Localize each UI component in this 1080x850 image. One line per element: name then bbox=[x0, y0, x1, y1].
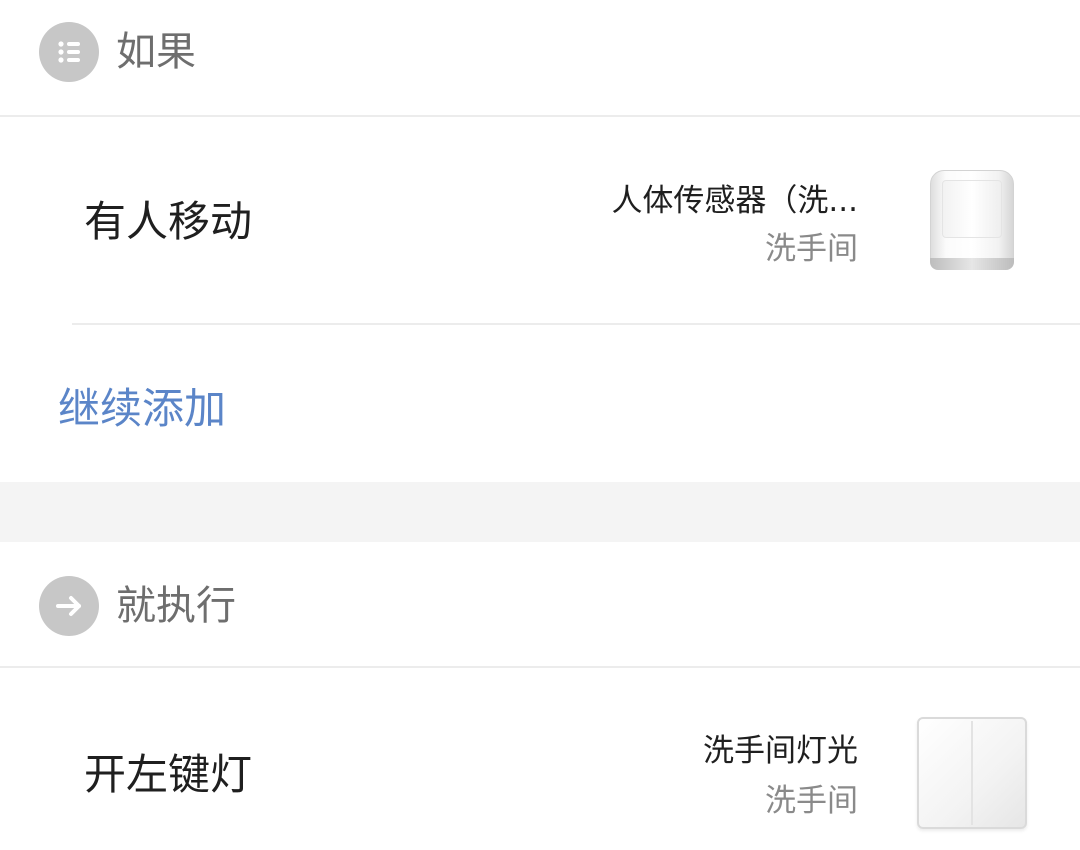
action-title: 开左键灯 bbox=[84, 750, 253, 799]
action-device-name: 洗手间灯光 bbox=[703, 733, 858, 769]
section-gap bbox=[0, 482, 1080, 542]
add-more-button[interactable]: 继续添加 bbox=[58, 382, 226, 436]
condition-row[interactable]: 有人移动 人体传感器（洗... 洗手间 bbox=[0, 117, 1080, 323]
condition-device-room: 洗手间 bbox=[765, 231, 858, 267]
if-section-header: 如果 bbox=[0, 0, 1080, 115]
then-section-title: 就执行 bbox=[116, 583, 236, 629]
condition-device-name: 人体传感器（洗... bbox=[611, 183, 858, 219]
wall-switch-image bbox=[917, 717, 1027, 829]
motion-sensor-image bbox=[927, 166, 1017, 274]
action-device-room: 洗手间 bbox=[765, 783, 858, 819]
if-section-title: 如果 bbox=[116, 29, 196, 75]
then-section-header: 就执行 bbox=[0, 542, 1080, 666]
list-icon bbox=[39, 22, 99, 82]
divider bbox=[72, 323, 1080, 325]
condition-title: 有人移动 bbox=[84, 197, 253, 246]
arrow-right-icon bbox=[39, 576, 99, 636]
